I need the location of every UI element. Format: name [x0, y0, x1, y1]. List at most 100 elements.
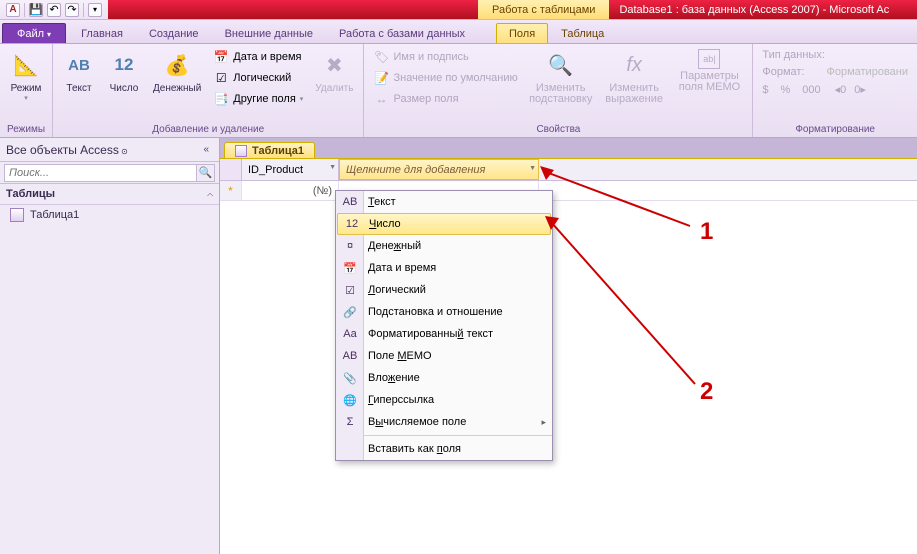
qat-redo-icon[interactable]: ↷ [65, 3, 79, 17]
menu-item[interactable]: ¤ Денежный [336, 235, 552, 257]
menu-item-label: Текст [368, 196, 396, 208]
tab-fields[interactable]: Поля [496, 23, 548, 43]
qat-customize-icon[interactable]: ▾ [88, 3, 102, 17]
callout-2: 2 [700, 378, 713, 406]
callout-1: 1 [700, 218, 713, 246]
default-button[interactable]: 📝Значение по умолчанию [370, 68, 520, 88]
ribbon-tabstrip: Файл Главная Создание Внешние данные Раб… [0, 20, 917, 44]
chevron-down-icon[interactable]: ▼ [529, 165, 536, 172]
calendar-icon: 📅 [213, 49, 229, 65]
tab-create[interactable]: Создание [136, 23, 212, 43]
number-icon: 12 [108, 49, 140, 81]
menu-item[interactable]: Вставить как поля [336, 438, 552, 460]
nav-item-table1[interactable]: Таблица1 [0, 205, 219, 225]
new-row-id[interactable]: (№) [242, 181, 339, 200]
size-icon: ↔ [373, 91, 389, 107]
name-caption-button[interactable]: 🏷Имя и подпись [370, 47, 520, 67]
menu-item-label: Денежный [368, 240, 421, 252]
datasheet: ID_Product▼ Щелкните для добавления▼ * (… [220, 158, 917, 554]
menu-item-icon: AB [342, 194, 358, 210]
format-buttons[interactable]: $%000◂00▸ [759, 81, 911, 98]
menu-item[interactable]: 12Число [337, 213, 551, 235]
morefields-icon: 📑 [213, 91, 229, 107]
group-formatting: Тип данных: Формат:Форматировани $%000◂0… [753, 44, 917, 137]
tab-file[interactable]: Файл [2, 23, 66, 43]
fx-icon: fx [618, 49, 650, 81]
menu-item-label: Форматированный текст [368, 328, 493, 340]
nav-collapse-icon[interactable]: « [199, 144, 213, 155]
group-views: 📐 Режим Режимы [0, 44, 53, 137]
menu-item[interactable]: 📅 Дата и время [336, 257, 552, 279]
checkbox-icon: ☑ [213, 70, 229, 86]
menu-item-icon: Σ [342, 414, 358, 430]
menu-item[interactable]: AB Текст [336, 191, 552, 213]
search-icon[interactable]: 🔍 [197, 164, 215, 182]
currency-icon: 💰 [161, 49, 193, 81]
group-add-remove: AB Текст 12 Число 💰 Денежный 📅Дата и вре… [53, 44, 364, 137]
add-column-header[interactable]: Щелкните для добавления▼ [339, 159, 539, 180]
menu-item[interactable]: Aa Форматированный текст [336, 323, 552, 345]
tag-icon: 🏷 [373, 49, 389, 65]
menu-item[interactable]: 🌐Гиперссылка [336, 389, 552, 411]
qat-save-icon[interactable]: 💾 [29, 3, 43, 17]
new-row-selector[interactable]: * [220, 181, 242, 200]
title-bar: A 💾 ↶ ↷ ▾ Работа с таблицами Database1 :… [0, 0, 917, 20]
menu-item-icon: AB [342, 348, 358, 364]
memo-button[interactable]: ab| Параметры поля MEMO [673, 47, 747, 95]
expression-button[interactable]: fx Изменить выражение [601, 47, 668, 107]
tab-dbtools[interactable]: Работа с базами данных [326, 23, 478, 43]
chevron-down-icon[interactable]: ▼ [329, 164, 336, 171]
tab-home[interactable]: Главная [68, 23, 136, 43]
menu-item-label: Вычисляемое поле [368, 416, 466, 428]
app-title: Database1 : база данных (Access 2007) - … [609, 0, 917, 19]
view-button[interactable]: 📐 Режим [6, 47, 46, 104]
table-icon [235, 145, 247, 157]
tab-table[interactable]: Таблица [548, 23, 617, 43]
document-tab[interactable]: Таблица1 [224, 142, 315, 158]
datetime-button[interactable]: 📅Дата и время [210, 47, 306, 67]
menu-item[interactable]: AB Поле МЕМО [336, 345, 552, 367]
currency-button[interactable]: 💰 Денежный [149, 47, 205, 96]
text-icon: AB [63, 49, 95, 81]
nav-title[interactable]: Все объекты Access [6, 143, 199, 157]
quick-access-toolbar: A 💾 ↶ ↷ ▾ [0, 3, 108, 17]
select-all-cell[interactable] [220, 159, 242, 180]
number-button[interactable]: 12 Число [104, 47, 144, 96]
lookup-button[interactable]: 🔍 Изменить подстановку [526, 47, 596, 107]
text-button[interactable]: AB Текст [59, 47, 99, 96]
view-icon: 📐 [10, 49, 42, 81]
menu-item-icon: 🔗 [342, 304, 358, 320]
menu-item-label: Поле МЕМО [368, 350, 432, 362]
column-id-product[interactable]: ID_Product▼ [242, 159, 339, 180]
menu-item[interactable]: Σ Вычисляемое поле [336, 411, 552, 433]
menu-item-icon [342, 441, 358, 457]
search-input[interactable] [4, 164, 197, 182]
menu-item-icon: ¤ [342, 238, 358, 254]
ribbon: 📐 Режим Режимы AB Текст 12 Число 💰 Денеж… [0, 44, 917, 138]
format-label: Формат:Форматировани [759, 64, 911, 80]
nav-group-tables[interactable]: Таблицы [0, 184, 219, 205]
tab-external[interactable]: Внешние данные [212, 23, 326, 43]
qat-undo-icon[interactable]: ↶ [47, 3, 61, 17]
menu-item-label: Гиперссылка [368, 394, 434, 406]
menu-item-icon: ☑ [342, 282, 358, 298]
app-icon[interactable]: A [6, 3, 20, 17]
menu-item-label: Вставить как поля [368, 443, 461, 455]
menu-item[interactable]: 🔗 Подстановка и отношение [336, 301, 552, 323]
size-button[interactable]: ↔Размер поля [370, 89, 520, 109]
menu-item-label: Подстановка и отношение [368, 306, 503, 318]
document-area: Таблица1 ID_Product▼ Щелкните для добавл… [220, 138, 917, 554]
memo-icon: ab| [698, 49, 720, 69]
menu-item[interactable]: ☑Логический [336, 279, 552, 301]
morefields-button[interactable]: 📑Другие поля [210, 89, 306, 109]
menu-item-icon: 📅 [342, 260, 358, 276]
menu-item-label: Дата и время [368, 262, 436, 274]
yesno-button[interactable]: ☑Логический [210, 68, 306, 88]
navigation-pane: Все объекты Access « 🔍 Таблицы Таблица1 [0, 138, 220, 554]
default-icon: 📝 [373, 70, 389, 86]
table-icon [10, 208, 24, 222]
menu-item-icon: Aa [342, 326, 358, 342]
delete-button[interactable]: ✖ Удалить [311, 47, 357, 96]
menu-item[interactable]: 📎Вложение [336, 367, 552, 389]
title-spacer [108, 0, 478, 19]
